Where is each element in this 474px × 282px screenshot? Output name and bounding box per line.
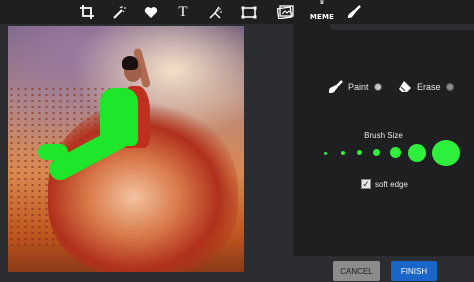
eraser-icon: [399, 81, 411, 92]
heart-icon[interactable]: [140, 2, 162, 22]
erase-mode[interactable]: Erase: [398, 80, 454, 93]
brush-icon[interactable]: [343, 2, 365, 22]
brush-size-5[interactable]: [390, 147, 401, 158]
brush-size-6-selected[interactable]: [408, 144, 426, 162]
soft-edge-checkbox[interactable]: ✓: [361, 179, 371, 189]
paint-radio[interactable]: [373, 83, 382, 91]
edited-photo[interactable]: [8, 26, 244, 272]
meme-label: MEME: [309, 13, 335, 21]
dust-icon[interactable]: [204, 2, 226, 22]
cancel-button[interactable]: CANCEL: [333, 261, 380, 281]
action-bar: [293, 256, 474, 282]
frame-icon[interactable]: [238, 2, 260, 22]
meme-icon[interactable]: ♛ MEME: [309, 0, 335, 24]
photo-icon[interactable]: [274, 2, 296, 22]
crop-icon[interactable]: [76, 2, 98, 22]
paint-mask-hand: [38, 144, 68, 160]
canvas-area: [0, 24, 293, 282]
paint-label: Paint: [348, 82, 369, 92]
soft-edge-label: soft edge: [375, 179, 408, 189]
panel-tab: [330, 24, 474, 30]
top-toolbar: T ♛ MEME: [0, 0, 474, 24]
text-icon[interactable]: T: [172, 2, 194, 22]
hair: [122, 56, 138, 70]
magic-wand-icon[interactable]: [108, 2, 130, 22]
brush-size-4[interactable]: [373, 149, 380, 156]
erase-label: Erase: [417, 81, 441, 92]
crown-icon: ♛: [319, 0, 325, 6]
meme-icon-graphic: ♛ MEME: [310, 0, 334, 24]
paint-mode[interactable]: Paint: [328, 80, 382, 94]
brush-size-1[interactable]: [324, 152, 327, 155]
paint-brush-icon: [329, 80, 343, 93]
brush-size-3[interactable]: [357, 150, 362, 155]
paint-mask-body: [100, 88, 138, 146]
brush-size-2[interactable]: [341, 151, 345, 155]
brush-size-label: Brush Size: [364, 131, 403, 140]
brush-size-7[interactable]: [432, 140, 460, 166]
erase-radio[interactable]: [445, 82, 454, 91]
soft-edge-option[interactable]: ✓ soft edge: [361, 179, 408, 189]
finish-button[interactable]: FINISH: [391, 261, 437, 281]
